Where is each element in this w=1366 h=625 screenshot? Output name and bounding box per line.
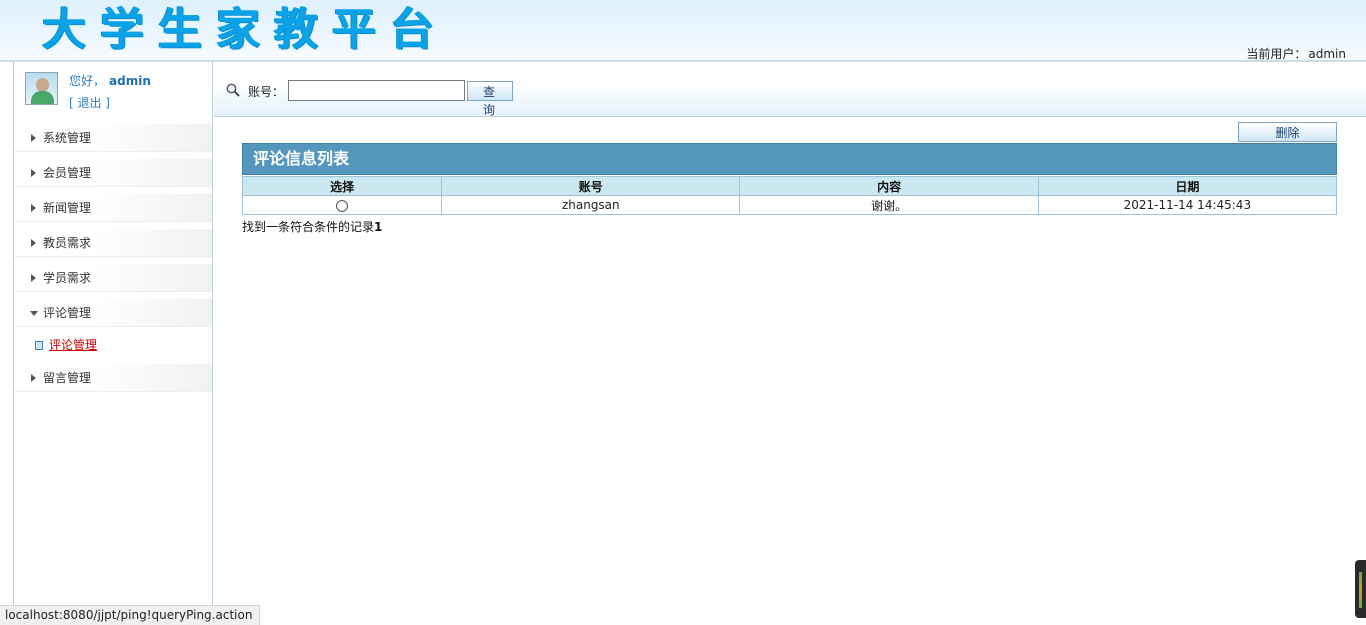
sidebar-subitem-label[interactable]: 评论管理 — [49, 338, 97, 352]
record-count-number: 1 — [374, 220, 383, 234]
sidebar-item-label: 会员管理 — [43, 166, 92, 180]
delete-button[interactable]: 删除 — [1238, 122, 1337, 142]
column-header-account: 账号 — [441, 176, 741, 196]
row-content: 谢谢。 — [739, 195, 1039, 215]
sidebar-item-members[interactable]: 会员管理 — [14, 159, 212, 187]
current-user-info: 当前用户： admin — [1244, 45, 1346, 62]
record-count: 找到一条符合条件的记录1 — [242, 218, 382, 235]
current-user-label: 当前用户： — [1246, 47, 1307, 61]
greeting-username: admin — [109, 74, 151, 88]
sidebar-item-label: 系统管理 — [43, 131, 92, 145]
submenu-square-icon — [35, 341, 43, 350]
chevron-down-icon — [30, 311, 38, 316]
sidebar-item-label: 留言管理 — [43, 371, 92, 385]
row-date: 2021-11-14 14:45:43 — [1037, 195, 1338, 215]
search-icon — [226, 83, 240, 97]
comments-table: 选择 账号 内容 日期 zhangsan 谢谢。 2021-11-14 14:4… — [241, 176, 1338, 215]
sidebar-item-label: 评论管理 — [43, 306, 92, 320]
row-account: zhangsan — [441, 195, 741, 215]
chevron-right-icon — [31, 239, 36, 247]
greeting-text: 您好， — [69, 74, 106, 88]
chevron-right-icon — [31, 274, 36, 282]
sidebar-item-comments[interactable]: 评论管理 — [14, 299, 212, 327]
user-box: 您好， admin [ 退出 ] — [14, 62, 212, 120]
sidebar-item-system[interactable]: 系统管理 — [14, 124, 212, 152]
sidebar-item-student-demand[interactable]: 学员需求 — [14, 264, 212, 292]
sidebar-item-label: 学员需求 — [43, 271, 92, 285]
site-logo: 大学生家教平台 — [42, 4, 448, 55]
search-label: 账号： — [248, 85, 285, 99]
table-row: zhangsan 谢谢。 2021-11-14 14:45:43 — [241, 195, 1338, 215]
chevron-right-icon — [31, 204, 36, 212]
sidebar-subitem-comments[interactable]: 评论管理 — [14, 333, 212, 357]
query-button[interactable]: 查 询 — [467, 81, 513, 117]
column-header-content: 内容 — [739, 176, 1039, 196]
chevron-right-icon — [31, 374, 36, 382]
row-select-cell — [241, 195, 443, 215]
current-user-name: admin — [1308, 47, 1346, 61]
sidebar-item-news[interactable]: 新闻管理 — [14, 194, 212, 222]
sidebar-item-teacher-demand[interactable]: 教员需求 — [14, 229, 212, 257]
table-header-row: 选择 账号 内容 日期 — [241, 176, 1338, 196]
sidebar-item-label: 新闻管理 — [43, 201, 92, 215]
avatar-body — [31, 91, 54, 104]
greeting: 您好， admin — [69, 72, 151, 89]
avatar-head — [36, 78, 49, 92]
chevron-right-icon — [31, 134, 36, 142]
logout-link[interactable]: [ 退出 ] — [69, 94, 110, 111]
account-search-input[interactable] — [288, 80, 465, 101]
header: 大学生家教平台 当前用户： admin — [0, 0, 1366, 62]
record-count-text: 找到一条符合条件的记录 — [242, 220, 375, 234]
radio-icon[interactable] — [336, 199, 349, 212]
status-bar-url: localhost:8080/jjpt/ping!queryPing.actio… — [0, 605, 261, 625]
sidebar-item-messages[interactable]: 留言管理 — [14, 364, 212, 392]
list-title: 评论信息列表 — [242, 143, 1337, 175]
search-bar: 账号： 查 询 — [214, 62, 1366, 117]
sidebar: 您好， admin [ 退出 ] 系统管理 会员管理 新闻管理 教员需求 学员需求… — [13, 62, 213, 625]
avatar-icon — [25, 72, 58, 105]
chevron-right-icon — [31, 169, 36, 177]
side-widget-handle[interactable] — [1355, 560, 1366, 618]
column-header-select: 选择 — [241, 176, 443, 196]
side-widget-indicator — [1359, 572, 1362, 608]
sidebar-item-label: 教员需求 — [43, 236, 92, 250]
column-header-date: 日期 — [1037, 176, 1338, 196]
